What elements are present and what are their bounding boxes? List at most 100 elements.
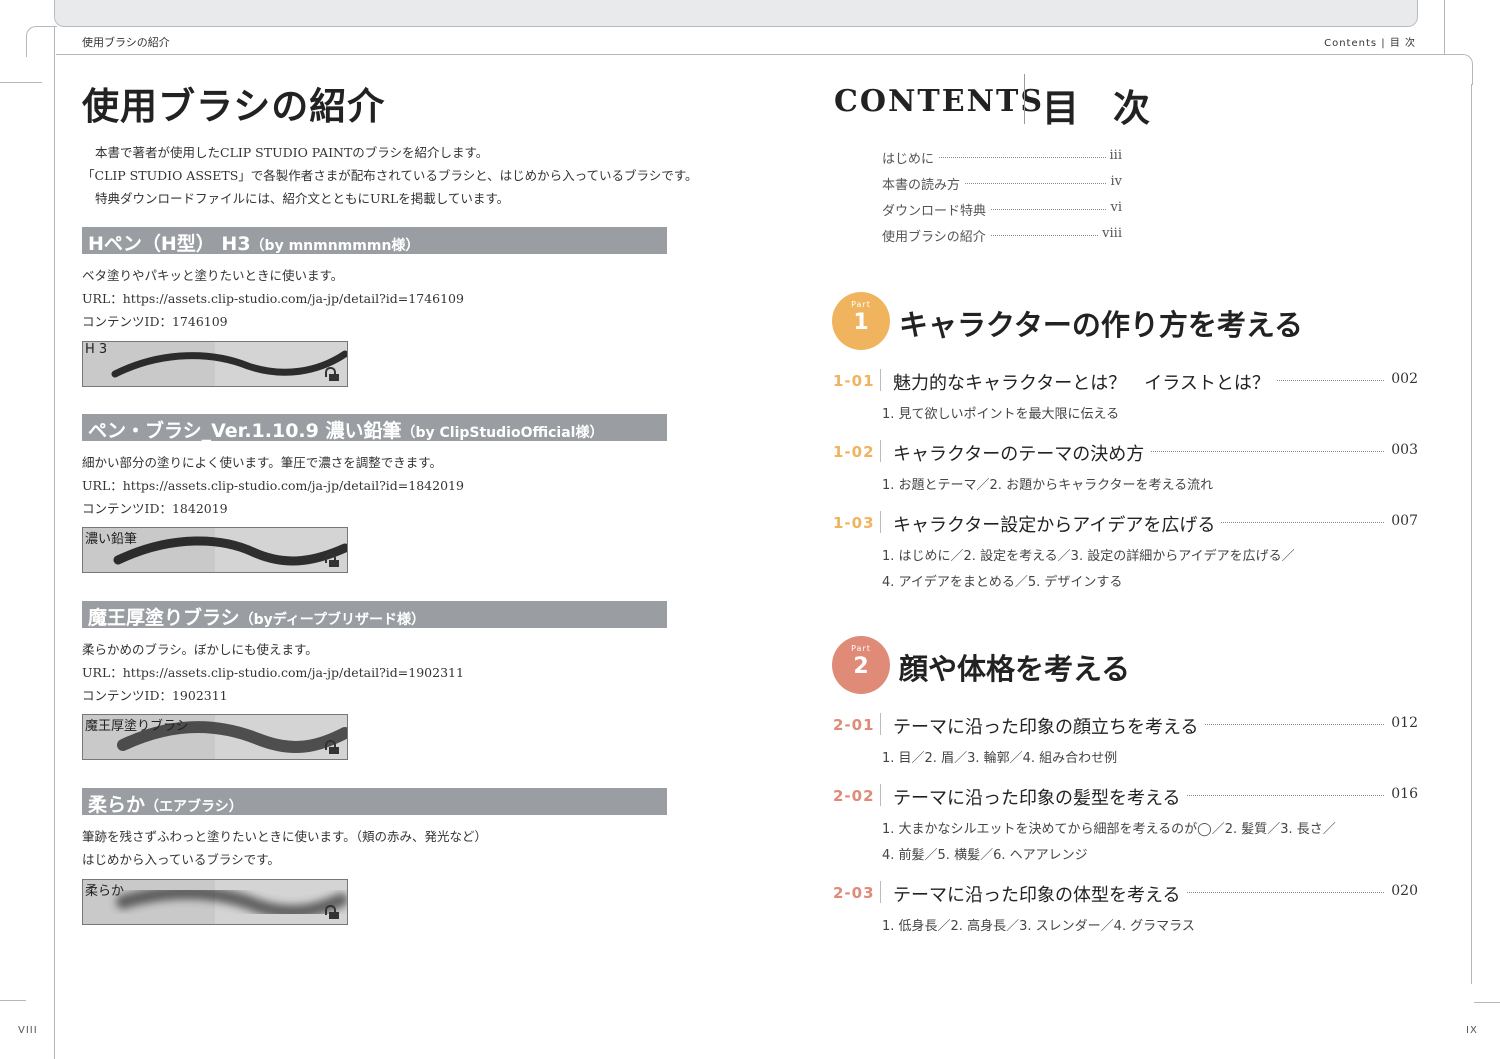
section-page: 007	[1385, 513, 1418, 529]
brush-url: URL：https://assets.clip-studio.com/ja-jp…	[82, 665, 464, 680]
subsection-line: 1. 低身長／2. 高身長／3. スレンダー／4. グラマラス	[882, 919, 1195, 934]
brush-heading: 魔王厚塗りブラシ（byディープブリザード様）	[82, 601, 667, 629]
brush-content-id: コンテンツID：1902311	[82, 688, 228, 703]
part-word: Part	[851, 300, 871, 309]
toc-page: vi	[1106, 200, 1122, 215]
section-number: 1-01	[833, 372, 875, 390]
folio-right: IX	[1466, 1025, 1478, 1036]
toc-section[interactable]: 魅力的なキャラクターとは？ イラストとは？ 002	[893, 369, 1418, 395]
intro-line: 本書で著者が使用したCLIP STUDIO PAINTのブラシを紹介します。	[95, 145, 489, 160]
contents-title-jp: 目次	[1042, 87, 1184, 130]
running-head-right: Contents | 目 次	[1324, 38, 1416, 49]
preview-label: H 3	[85, 342, 108, 357]
contents-title-en: Contents	[834, 84, 1045, 119]
title-divider	[1024, 74, 1025, 124]
part-title: キャラクターの作り方を考える	[899, 308, 1303, 342]
frame-line	[0, 82, 42, 83]
section-number: 2-02	[833, 787, 875, 805]
subsection-line: 4. アイデアをまとめる／5. デザインする	[882, 575, 1123, 590]
frame-line	[1471, 84, 1472, 984]
toc-section[interactable]: テーマに沿った印象の体型を考える 020	[893, 881, 1418, 907]
preview-label: 魔王厚塗りブラシ	[85, 719, 189, 734]
brush-name: Hペン（H型） H3	[88, 233, 251, 255]
section-divider	[880, 369, 881, 391]
toc-page: iv	[1106, 174, 1122, 189]
toc-section[interactable]: テーマに沿った印象の顔立ちを考える 012	[893, 713, 1418, 739]
section-title: キャラクターのテーマの決め方	[893, 440, 1151, 466]
section-title: テーマに沿った印象の体型を考える	[893, 881, 1187, 907]
section-number: 2-03	[833, 884, 875, 902]
brush-heading: ペン・ブラシ_Ver.1.10.9 濃い鉛筆（by ClipStudioOffi…	[82, 414, 667, 442]
page-title: 使用ブラシの紹介	[82, 85, 386, 128]
part-number: 1	[853, 310, 869, 335]
brush-note: はじめから入っているブラシです。	[82, 852, 280, 867]
brush-content-id: コンテンツID：1842019	[82, 501, 228, 516]
brush-author: （by mnmnmmmn様）	[250, 238, 420, 254]
lock-icon	[325, 553, 339, 567]
brush-preview: H 3	[82, 341, 348, 387]
section-title: キャラクター設定からアイデアを広げる	[893, 511, 1222, 537]
frame-line	[56, 54, 1442, 55]
toc-page: iii	[1105, 148, 1122, 163]
frame-line	[1474, 1002, 1500, 1003]
section-divider	[880, 713, 881, 735]
brush-url: URL：https://assets.clip-studio.com/ja-jp…	[82, 291, 464, 306]
frame-line	[54, 26, 55, 1059]
section-page: 012	[1385, 715, 1418, 731]
brush-description: 細かい部分の塗りによく使います。筆圧で濃さを調整できます。	[82, 455, 443, 470]
preview-label: 濃い鉛筆	[85, 532, 138, 547]
toc-label: 使用ブラシの紹介	[882, 226, 990, 245]
brush-author: （by ClipStudioOfficial様）	[401, 425, 604, 441]
toc-section[interactable]: テーマに沿った印象の髪型を考える 016	[893, 784, 1418, 810]
toc-label: はじめに	[882, 148, 939, 167]
toc-page: viii	[1098, 226, 1122, 241]
section-number: 2-01	[833, 716, 875, 734]
top-page-edge	[54, 0, 1418, 27]
brush-author: （エアブラシ）	[145, 799, 243, 815]
frame-corner	[26, 26, 57, 57]
intro-line: 「CLIP STUDIO ASSETS」で各製作者さまが配布されているブラシと、…	[82, 168, 698, 183]
toc-front-item[interactable]: ダウンロード特典 vi	[882, 200, 1122, 219]
part-number: 2	[853, 654, 869, 679]
brush-preview: 濃い鉛筆	[82, 527, 348, 573]
toc-front-item[interactable]: 使用ブラシの紹介 viii	[882, 226, 1122, 245]
lock-icon	[325, 740, 339, 754]
brush-preview: 柔らか	[82, 879, 348, 925]
brush-content-id: コンテンツID：1746109	[82, 314, 228, 329]
toc-label: 本書の読み方	[882, 174, 965, 193]
subsection-line: 4. 前髪／5. 横髪／6. ヘアアレンジ	[882, 848, 1088, 863]
brush-description: ベタ塗りやパキッと塗りたいときに使います。	[82, 268, 344, 283]
brush-description: 筆跡を残さずふわっと塗りたいときに使います。（頬の赤み、発光など）	[82, 829, 488, 844]
brush-name: ペン・ブラシ_Ver.1.10.9 濃い鉛筆	[88, 420, 402, 442]
section-number: 1-02	[833, 443, 875, 461]
subsection-line: 1. 見て欲しいポイントを最大限に伝える	[882, 407, 1120, 422]
toc-front-item[interactable]: 本書の読み方 iv	[882, 174, 1122, 193]
intro-line: 特典ダウンロードファイルには、紹介文とともにURLを掲載しています。	[95, 191, 510, 206]
frame-line	[0, 1000, 26, 1001]
section-page: 003	[1385, 442, 1418, 458]
subsection-line: 1. お題とテーマ／2. お題からキャラクターを考える流れ	[882, 478, 1214, 493]
toc-front-item[interactable]: はじめに iii	[882, 148, 1122, 167]
section-title: テーマに沿った印象の顔立ちを考える	[893, 713, 1205, 739]
frame-line	[1444, 0, 1445, 54]
section-divider	[880, 784, 881, 806]
toc-section[interactable]: キャラクターのテーマの決め方 003	[893, 440, 1418, 466]
section-divider	[880, 511, 881, 533]
section-divider	[880, 881, 881, 903]
subsection-line: 1. 大まかなシルエットを決めてから細部を考えるのが◯／2. 髪質／3. 長さ／	[882, 822, 1336, 837]
brush-heading: 柔らか（エアブラシ）	[82, 788, 667, 816]
toc-label: ダウンロード特典	[882, 200, 991, 219]
section-title: 魅力的なキャラクターとは？ イラストとは？	[893, 369, 1276, 395]
subsection-line: 1. 目／2. 眉／3. 輪郭／4. 組み合わせ例	[882, 751, 1118, 766]
brush-preview: 魔王厚塗りブラシ	[82, 714, 348, 760]
toc-section[interactable]: キャラクター設定からアイデアを広げる 007	[893, 511, 1418, 537]
section-divider	[880, 440, 881, 462]
brush-heading: Hペン（H型） H3（by mnmnmmmn様）	[82, 227, 667, 255]
part-word: Part	[851, 644, 871, 653]
part-badge: Part 1	[832, 292, 890, 350]
part-badge: Part 2	[832, 636, 890, 694]
part-title: 顔や体格を考える	[899, 652, 1131, 686]
folio-left: VIII	[18, 1025, 38, 1036]
section-title: テーマに沿った印象の髪型を考える	[893, 784, 1187, 810]
brush-name: 魔王厚塗りブラシ	[88, 607, 240, 629]
